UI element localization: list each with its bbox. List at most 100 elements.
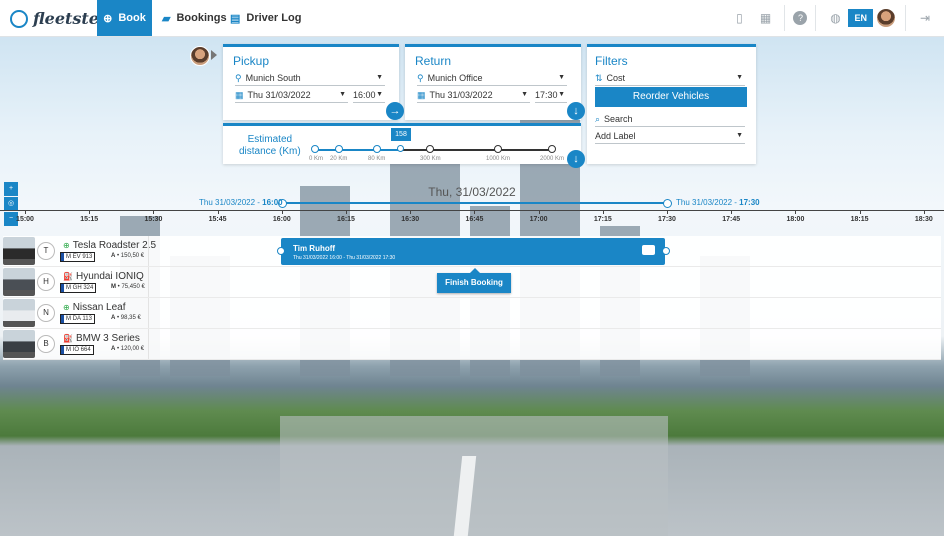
nav-driver-log-label: Driver Log [246,12,302,24]
help-icon[interactable]: ? [793,11,808,25]
calendar-icon[interactable]: ▦ [754,7,776,29]
slider-handle[interactable] [397,145,404,152]
nav-driver-log[interactable]: ▤ Driver Log [230,0,301,36]
booking-bar[interactable]: Tim Ruhoff Thu 31/03/2022 16:00 - Thu 31… [281,238,665,265]
range-end-label: Thu 31/03/2022 - 17:30 [676,198,760,207]
vehicle-row[interactable]: N ⊕ Nissan Leaf M DA 113 A • 98,35 € [3,298,941,329]
expand-down-button[interactable]: ↓ [567,150,585,168]
time-tick [795,210,797,214]
range-end-handle[interactable] [663,199,672,208]
license-plate: M EV 913 [60,252,96,262]
return-time-value: 17:30 [535,90,558,100]
sort-icon: ⇅ [595,73,603,83]
caret-down-icon: ▼ [736,74,743,81]
slider-stop[interactable] [494,145,502,153]
sort-select[interactable]: ⇅ Cost ▼ [595,71,745,86]
distance-tick-label: 80 Km [368,156,386,162]
vehicle-name-label: BMW 3 Series [75,333,140,344]
pickup-date-field[interactable]: ▦ Thu 31/03/2022 ▼ [235,88,348,103]
range-end-time: 17:30 [739,198,760,207]
distance-value-tooltip: 158 [391,128,411,141]
add-label-select[interactable]: Add Label ▼ [595,129,745,144]
vehicle-name-label: Hyundai IONIQ [75,271,144,282]
pickup-location-value: Munich South [245,73,301,83]
driver-avatar[interactable] [190,46,210,66]
next-arrow-button[interactable]: → [386,102,404,120]
header-actions: ▯ ▦ ? ◍ EN ⇥ [726,0,944,36]
pickup-date-value: Thu 31/03/2022 [247,90,311,100]
slider-stop[interactable] [426,145,434,153]
time-tick [474,210,476,214]
pickup-location-select[interactable]: ⚲ Munich South ▼ [235,71,385,86]
pickup-time-value: 16:00 [353,90,376,100]
distance-tick-label: 2000 Km [540,156,565,162]
time-tick [25,210,26,214]
time-tick [859,210,861,214]
booking-start-handle[interactable] [277,247,285,255]
distance-panel: Estimated distance (Km) 158 0 Km 20 Km 8… [223,123,585,168]
caret-down-icon: ▼ [376,74,383,81]
nav-bookings[interactable]: ▰ Bookings [162,0,227,36]
distance-tick-label: 1000 Km [486,156,511,162]
distance-slider-track[interactable] [400,149,552,151]
return-location-select[interactable]: ⚲ Munich Office ▼ [417,71,567,86]
vehicle-row[interactable]: B ⛽ BMW 3 Series M IO 664 A • 120,00 € [3,329,941,360]
vehicle-price-value: 98,35 € [120,315,141,321]
distance-tick-label: 0 Km [309,156,324,162]
booking-dates: Thu 31/03/2022 16:00 - Thu 31/03/2022 17… [293,255,396,261]
caret-down-icon: ▼ [376,91,383,98]
slider-stop[interactable] [335,145,343,153]
row-divider [148,298,149,328]
brand-logo-icon: H [37,273,55,291]
booking-end-handle[interactable] [662,247,670,255]
caret-down-icon: ▼ [339,91,346,98]
expand-arrow-icon[interactable] [211,50,217,60]
reset-zoom-icon[interactable]: ◎ [4,197,18,211]
search-input[interactable]: ⌕ Search [595,112,745,127]
globe-icon[interactable]: ◍ [824,7,846,29]
slider-stop[interactable] [373,145,381,153]
logbook-icon: ▤ [230,12,241,25]
return-title: Return [415,54,452,68]
row-divider [148,267,149,297]
time-tick [923,210,925,214]
vehicle-image [3,330,35,358]
slider-stop[interactable] [311,145,319,153]
distance-tick-label: 300 Km [420,156,441,162]
license-plate: M GH 324 [60,283,97,293]
vehicle-class: M [111,284,116,290]
fuel-icon: ⛽ [63,272,73,281]
nav-bookings-label: Bookings [176,12,227,24]
return-date-field[interactable]: ▦ Thu 31/03/2022 ▼ [417,88,530,103]
return-time-field[interactable]: 17:30 ▼ [535,88,567,103]
fleetster-logo[interactable]: fleetster [10,9,107,28]
vehicle-price: A • 120,00 € [111,346,145,352]
slider-stop[interactable] [548,145,556,153]
plus-circle-icon: ⊕ [103,12,113,25]
reorder-vehicles-button[interactable]: Reorder Vehicles [595,87,747,107]
document-icon[interactable]: ▯ [728,7,750,29]
nav-book-label: Book [118,12,146,24]
time-tick [346,210,347,214]
divider [784,5,786,31]
nav-book[interactable]: ⊕ Book [97,0,152,36]
language-selector[interactable]: EN [848,9,873,27]
vehicle-name: ⊕ Tesla Roadster 2.5 [63,240,156,251]
expand-down-button[interactable]: ↓ [567,102,585,120]
distance-title-line2: distance (Km) [239,146,301,157]
vehicle-name-label: Nissan Leaf [72,302,126,313]
vehicle-price: A • 150,50 € [111,253,145,259]
time-tick [89,210,91,214]
range-start-label: Thu 31/03/2022 - 16:00 [199,198,283,207]
pickup-time-field[interactable]: 16:00 ▼ [353,88,385,103]
briefcase-icon [642,245,655,255]
distance-slider-fill [316,149,400,151]
distance-title-line1: Estimated [247,134,293,145]
vehicle-name: ⛽ Hyundai IONIQ [63,271,144,282]
logout-icon[interactable]: ⇥ [914,7,936,29]
finish-booking-button[interactable]: Finish Booking [437,268,511,293]
vehicle-class: A [111,346,116,352]
user-avatar[interactable] [875,7,897,29]
booking-driver-name: Tim Ruhoff [293,244,336,253]
time-tick-label: 18:30 [914,216,933,223]
